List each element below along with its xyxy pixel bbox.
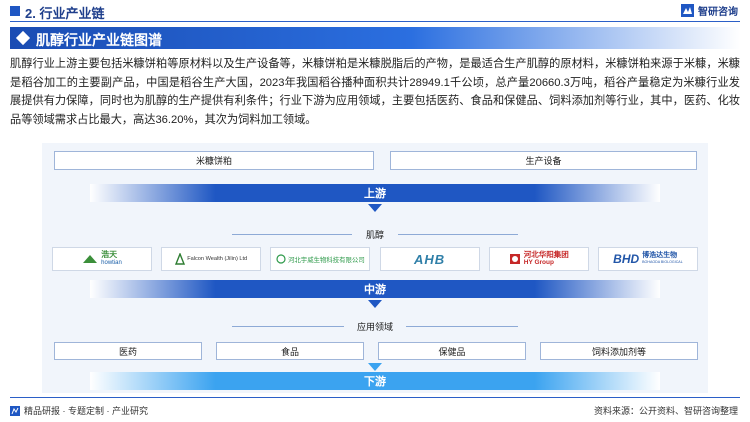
company-logo-ahb: AHB (379, 247, 480, 271)
company-name-cn: 河北宇威生物科技有限公司 (288, 256, 365, 264)
arrow-down-icon (368, 300, 382, 308)
section-title: 2. 行业产业链 (25, 6, 105, 21)
label-divider (232, 326, 344, 327)
application-health-products: 保健品 (378, 342, 526, 360)
label-divider (232, 234, 352, 235)
company-logo-yuwei: 河北宇威生物科技有限公司 (270, 247, 371, 271)
company-name-en: BOHAODA BIOLOGICAL (642, 260, 683, 264)
company-logo-howtian: 浩天 howtian (52, 247, 152, 271)
stage-downstream-bar: 下游 (90, 372, 660, 390)
company-logo-falcon-wealth: Falcon Wealth (Jilin) Ltd (161, 247, 262, 271)
brand[interactable]: 智研咨询 (681, 2, 738, 18)
howtian-mark-icon (83, 255, 98, 263)
top-bar: 2. 行业产业链 智研咨询 (0, 0, 750, 22)
page-title: 肌醇行业产业链图谱 (36, 32, 162, 48)
downstream-application-label: 应用领域 (356, 322, 394, 332)
company-logo-bohaoda: BHD 博浩达生物 BOHAODA BIOLOGICAL (597, 247, 698, 271)
yuwei-mark-icon (276, 254, 286, 264)
arrow-down-icon (368, 204, 382, 212)
company-name-cn: 浩天 (101, 250, 118, 259)
company-logo-hy-group: 河北华阳集团 HY Group (488, 247, 589, 271)
company-name-en: howtian (101, 260, 122, 266)
brand-name: 智研咨询 (698, 6, 738, 18)
source-note: 资料来源：公开资料、智研咨询整理 (593, 406, 738, 416)
brand-small-icon (10, 405, 20, 416)
falcon-mark-icon (175, 253, 186, 265)
company-name-en: Falcon Wealth (Jilin) Ltd (187, 256, 248, 262)
application-food: 食品 (216, 342, 364, 360)
footer-tagline-text: 精品研报 · 专题定制 · 产业研究 (24, 406, 148, 416)
stage-upstream-bar: 上游 (90, 184, 660, 202)
brand-logo-icon (681, 3, 694, 17)
company-name-cn: 河北华阳集团 (523, 250, 569, 259)
application-feed-additives: 饲料添加剂等 (540, 342, 698, 360)
title-banner: 肌醇行业产业链图谱 (10, 27, 740, 49)
industry-chain-diagram: 米糠饼粕 生产设备 上游 肌醇 浩天 howtian Falcon Wealth… (42, 143, 708, 393)
bohaoda-mark-icon: BHD (613, 252, 640, 266)
section-square-icon (10, 6, 20, 16)
upstream-item-production-equipment: 生产设备 (390, 151, 697, 170)
company-name-cn: 博浩达生物 (642, 252, 678, 259)
company-logo-row: 浩天 howtian Falcon Wealth (Jilin) Ltd 河北宇… (52, 247, 698, 271)
company-name-en: AHB (413, 251, 446, 267)
label-divider (398, 234, 518, 235)
label-divider (406, 326, 518, 327)
midstream-product-label: 肌醇 (365, 230, 385, 240)
diamond-icon (15, 30, 31, 46)
hy-group-mark-icon (509, 254, 520, 264)
application-medicine: 医药 (54, 342, 202, 360)
footer-tagline: 精品研报 · 专题定制 · 产业研究 (10, 404, 148, 417)
upstream-item-rice-bran-meal: 米糠饼粕 (54, 151, 374, 170)
intro-paragraph: 肌醇行业上游主要包括米糠饼粕等原材料以及生产设备等，米糠饼粕是米糠脱脂后的产物，… (10, 58, 740, 126)
company-name-en: HY Group (523, 259, 554, 266)
arrow-down-icon (368, 363, 382, 371)
stage-midstream-bar: 中游 (90, 280, 660, 298)
footer-divider (10, 397, 740, 398)
header-divider (10, 21, 740, 22)
